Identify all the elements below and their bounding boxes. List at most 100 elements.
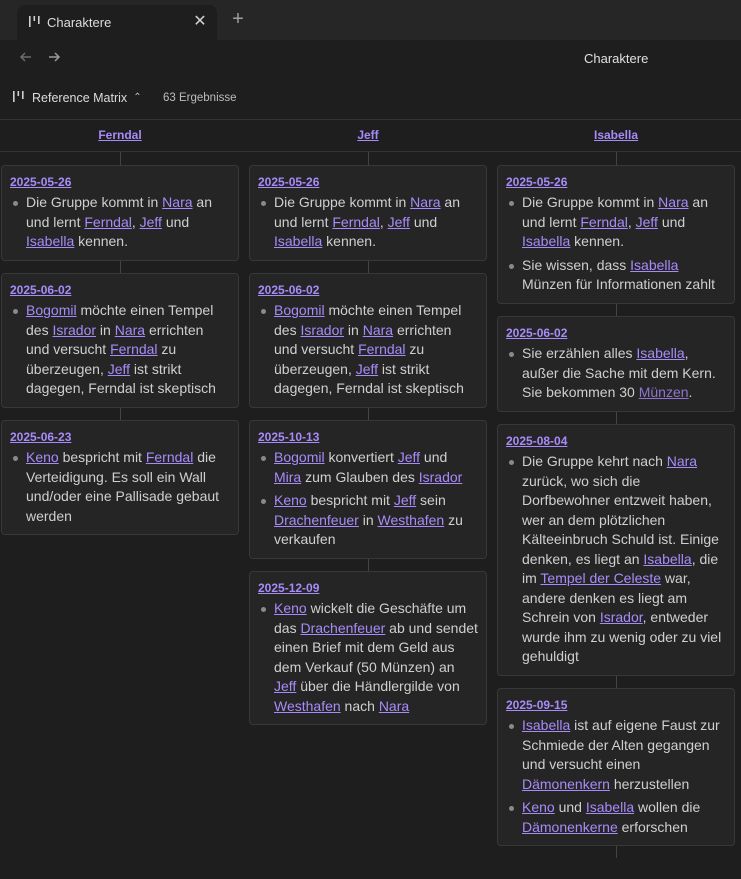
internal-link[interactable]: Jeff xyxy=(356,361,378,377)
internal-link[interactable]: Jeff xyxy=(274,678,296,694)
column-header-isabella[interactable]: Isabella xyxy=(594,128,638,142)
internal-link[interactable]: Nara xyxy=(379,698,409,714)
divider xyxy=(0,119,741,120)
item-text: und xyxy=(161,213,190,230)
internal-link[interactable]: Isabella xyxy=(274,233,322,249)
timeline-connector xyxy=(616,412,617,424)
internal-link[interactable]: Isrador xyxy=(600,609,643,625)
internal-link[interactable]: Jeff xyxy=(388,214,410,230)
list-item: Die Gruppe kommt in Nara an und lernt Fe… xyxy=(261,193,478,252)
item-text: Die Gruppe kehrt nach xyxy=(522,453,667,469)
card-date-link[interactable]: 2025-05-26 xyxy=(506,175,726,189)
card-item-list: Isabella ist auf eigene Faust zur Schmie… xyxy=(506,716,726,837)
item-text: in xyxy=(96,321,115,338)
item-text: und xyxy=(420,449,448,465)
internal-link[interactable]: Keno xyxy=(274,492,307,508)
internal-link[interactable]: Jeff xyxy=(108,361,130,377)
internal-link[interactable]: Jeff xyxy=(398,449,420,465)
internal-link[interactable]: Nara xyxy=(162,194,192,210)
internal-link[interactable]: Isabella xyxy=(636,345,684,361)
card-date-link[interactable]: 2025-06-02 xyxy=(506,326,726,340)
list-item: Bogomil möchte einen Tempel des Isrador … xyxy=(13,301,230,399)
internal-link[interactable]: Jeff xyxy=(636,214,658,230)
item-text: kennen. xyxy=(74,233,128,249)
internal-link[interactable]: Keno xyxy=(522,799,555,815)
card-date-link[interactable]: 2025-09-15 xyxy=(506,698,726,712)
internal-link[interactable]: Mira xyxy=(274,469,301,485)
internal-link[interactable]: Bogomil xyxy=(274,302,325,318)
plus-icon[interactable]: + xyxy=(229,9,247,29)
internal-link[interactable]: Isabella xyxy=(26,233,74,249)
internal-link[interactable]: Westhafen xyxy=(378,512,445,528)
internal-link[interactable]: Isabella xyxy=(586,799,634,815)
card-date-link[interactable]: 2025-10-13 xyxy=(258,430,478,444)
column-header-jeff[interactable]: Jeff xyxy=(357,128,378,142)
internal-link[interactable]: Münzen xyxy=(639,384,689,400)
card-date-link[interactable]: 2025-06-23 xyxy=(10,430,230,444)
arrow-left-icon[interactable] xyxy=(18,50,34,66)
internal-link[interactable]: Drachenfeuer xyxy=(274,512,359,528)
internal-link[interactable]: Bogomil xyxy=(26,302,77,318)
internal-link[interactable]: Dämonenkern xyxy=(522,776,610,792)
card-date-link[interactable]: 2025-05-26 xyxy=(258,175,478,189)
internal-link[interactable]: Westhafen xyxy=(274,698,341,714)
card-item-list: Die Gruppe kommt in Nara an und lernt Fe… xyxy=(258,193,478,252)
internal-link[interactable]: Isrador xyxy=(419,469,463,485)
internal-link[interactable]: Ferndal xyxy=(146,449,193,465)
item-text: kennen. xyxy=(322,233,376,249)
item-text: , xyxy=(131,213,140,230)
reference-card: 2025-06-23 Keno bespricht mit Ferndal die… xyxy=(1,420,239,535)
internal-link[interactable]: Nara xyxy=(667,453,697,469)
card-date-link[interactable]: 2025-05-26 xyxy=(10,175,230,189)
close-icon[interactable]: ✕ xyxy=(191,13,209,31)
card-date-link[interactable]: 2025-12-09 xyxy=(258,581,478,595)
card-item-list: Sie erzählen alles Isabella, außer die S… xyxy=(506,344,726,403)
list-item: Isabella ist auf eigene Faust zur Schmie… xyxy=(509,716,726,794)
internal-link[interactable]: Bogomil xyxy=(274,449,325,465)
internal-link[interactable]: Isabella xyxy=(522,233,570,249)
internal-link[interactable]: Isrador xyxy=(300,322,344,338)
card-date-link[interactable]: 2025-06-02 xyxy=(258,283,478,297)
internal-link[interactable]: Isabella xyxy=(630,257,678,273)
internal-link[interactable]: Nara xyxy=(410,194,440,210)
internal-link[interactable]: Nara xyxy=(658,194,688,210)
internal-link[interactable]: Jeff xyxy=(140,214,162,230)
internal-link[interactable]: Keno xyxy=(26,449,59,465)
internal-link[interactable]: Isabella xyxy=(643,551,691,567)
arrow-right-icon[interactable] xyxy=(46,50,62,66)
item-text: in xyxy=(344,321,363,338)
internal-link[interactable]: Jeff xyxy=(394,492,416,508)
internal-link[interactable]: Ferndal xyxy=(332,214,379,230)
item-text: bespricht mit xyxy=(58,449,146,465)
tab-charaktere[interactable]: Charaktere ✕ xyxy=(17,5,217,40)
timeline-connector xyxy=(368,559,369,571)
item-text: nach xyxy=(340,697,379,714)
internal-link[interactable]: Ferndal xyxy=(580,214,627,230)
internal-link[interactable]: Keno xyxy=(274,600,307,616)
card-date-link[interactable]: 2025-06-02 xyxy=(10,283,230,297)
reference-card: 2025-05-26 Die Gruppe kommt in Nara an un… xyxy=(249,165,487,261)
internal-link[interactable]: Nara xyxy=(115,322,145,338)
internal-link[interactable]: Nara xyxy=(363,322,393,338)
internal-link[interactable]: Ferndal xyxy=(110,341,157,357)
matrix-icon xyxy=(29,15,40,33)
card-item-list: Bogomil konvertiert Jeff und Mira zum Gl… xyxy=(258,448,478,550)
column-header-ferndal[interactable]: Ferndal xyxy=(98,128,141,142)
item-text: , xyxy=(379,213,388,230)
internal-link[interactable]: Ferndal xyxy=(358,341,405,357)
internal-link[interactable]: Drachenfeuer xyxy=(300,620,385,636)
card-item-list: Die Gruppe kommt in Nara an und lernt Fe… xyxy=(506,193,726,295)
internal-link[interactable]: Dämonenkerne xyxy=(522,819,618,835)
view-selector-label: Reference Matrix xyxy=(32,91,128,105)
view-selector-button[interactable]: Reference Matrix ⌃ xyxy=(13,89,142,107)
internal-link[interactable]: Isabella xyxy=(522,717,570,733)
internal-link[interactable]: Tempel der Celeste xyxy=(540,570,661,586)
card-date-link[interactable]: 2025-08-04 xyxy=(506,434,726,448)
internal-link[interactable]: Ferndal xyxy=(84,214,131,230)
list-item: Keno und Isabella wollen die Dämonenkern… xyxy=(509,798,726,837)
timeline-connector xyxy=(120,408,121,420)
reference-card: 2025-05-26 Die Gruppe kommt in Nara an un… xyxy=(1,165,239,261)
navigation-bar: Charaktere xyxy=(0,40,741,78)
card-item-list: Die Gruppe kommt in Nara an und lernt Fe… xyxy=(10,193,230,252)
internal-link[interactable]: Isrador xyxy=(52,322,96,338)
